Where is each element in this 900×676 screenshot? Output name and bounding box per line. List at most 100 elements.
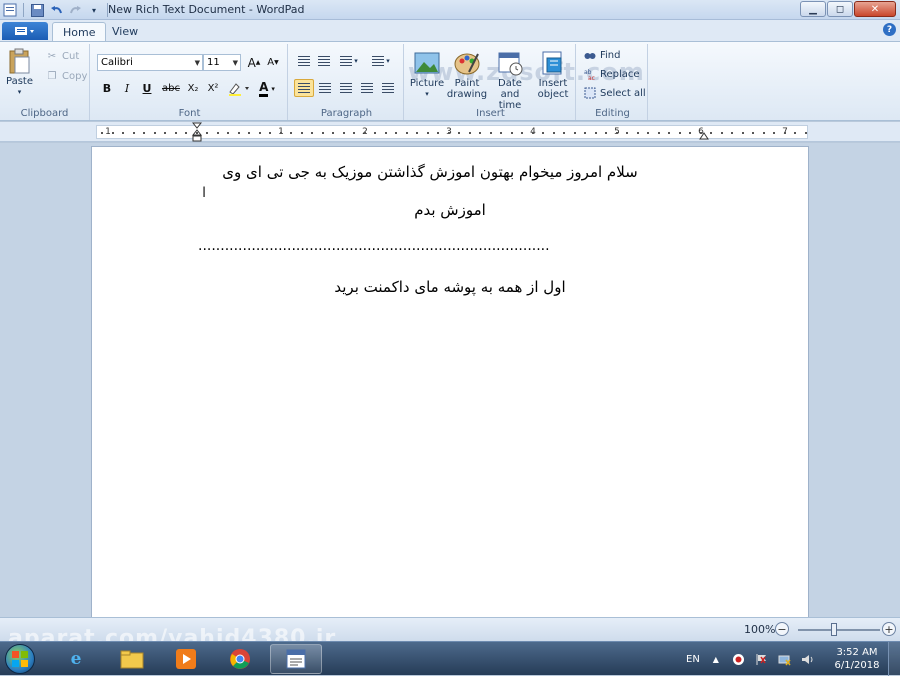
align-center-button[interactable]: [315, 79, 335, 97]
document-page[interactable]: سلام امروز میخوام بهتون اموزش گذاشتن موز…: [91, 146, 809, 617]
taskbar-ie[interactable]: e: [50, 644, 102, 674]
line-spacing-button[interactable]: ▾: [368, 52, 394, 70]
save-icon[interactable]: [29, 3, 45, 18]
ruler-tick: [363, 132, 366, 134]
insert-group: Picture ▾ Paint drawing Date and time In…: [406, 44, 576, 120]
tab-view[interactable]: View: [102, 22, 148, 41]
find-label: Find: [600, 49, 621, 61]
paragraph-icon: [382, 83, 394, 93]
align-left-icon: [298, 83, 310, 93]
find-button[interactable]: Find: [584, 49, 621, 61]
copy-button[interactable]: ❐ Copy: [46, 70, 88, 82]
justify-button[interactable]: [357, 79, 377, 97]
ruler-tick: [773, 132, 775, 134]
paste-button[interactable]: Paste ▾: [6, 48, 33, 98]
ruler-tick: [668, 132, 670, 134]
insert-object-label-2: object: [537, 89, 569, 100]
language-indicator[interactable]: EN: [686, 654, 700, 665]
select-all-button[interactable]: Select all: [584, 87, 646, 99]
font-size-select[interactable]: 11 ▼: [203, 54, 241, 71]
ruler-tick: [699, 132, 702, 134]
decrease-indent-button[interactable]: [294, 52, 314, 70]
system-tray: EN ▲: [686, 642, 815, 676]
show-hidden-icons[interactable]: ▲: [709, 652, 723, 666]
ruler-tick: [552, 132, 555, 134]
record-icon[interactable]: [732, 652, 746, 666]
align-right-button[interactable]: [336, 79, 356, 97]
ruler-tick: [101, 132, 103, 134]
ruler-tick: [206, 132, 208, 134]
wordpad-app-icon[interactable]: [2, 3, 18, 18]
picture-button[interactable]: Picture ▾: [410, 50, 444, 100]
redo-icon[interactable]: [67, 3, 83, 18]
window-controls: ▁ ◻ ✕: [800, 1, 896, 17]
bold-button[interactable]: B: [98, 80, 116, 97]
superscript-button[interactable]: X²: [204, 80, 222, 97]
ruler-tick: [584, 132, 586, 134]
ruler-tick: [437, 132, 439, 134]
ruler-tick: [216, 132, 219, 134]
minimize-button[interactable]: ▁: [800, 1, 826, 17]
taskbar-explorer[interactable]: [106, 644, 158, 674]
internet-explorer-icon: e: [70, 649, 82, 669]
document-line-2[interactable]: اموزش بدم: [92, 201, 808, 219]
taskbar-media-player[interactable]: [160, 644, 212, 674]
taskbar-wordpad[interactable]: [270, 644, 322, 674]
network-icon[interactable]: [778, 652, 792, 666]
highlight-color-button[interactable]: [226, 80, 252, 97]
volume-icon[interactable]: [801, 652, 815, 666]
taskbar-clock[interactable]: 3:52 AM 6/1/2018: [832, 646, 882, 672]
increase-indent-button[interactable]: [314, 52, 334, 70]
line-spacing-icon: [372, 56, 385, 66]
ruler: 11234567: [0, 122, 900, 142]
ruler-tick: [174, 132, 177, 134]
show-desktop-button[interactable]: [888, 642, 900, 676]
replace-button[interactable]: ab ac Replace: [584, 68, 640, 81]
cut-button[interactable]: ✂ Cut: [46, 50, 79, 62]
ruler-tick: [185, 132, 187, 134]
paste-label: Paste: [6, 76, 33, 87]
help-icon[interactable]: ?: [883, 23, 896, 36]
ruler-strip[interactable]: 11234567: [96, 122, 808, 142]
document-line-1[interactable]: سلام امروز میخوام بهتون اموزش گذاشتن موز…: [192, 163, 668, 181]
undo-icon[interactable]: [48, 3, 64, 18]
grow-font-button[interactable]: A ▲: [245, 54, 263, 71]
date-time-label-1: Date and: [498, 78, 522, 100]
zoom-slider-thumb[interactable]: [831, 623, 837, 636]
paragraph-settings-button[interactable]: [378, 79, 398, 97]
taskbar-chrome[interactable]: [214, 644, 266, 674]
application-menu-button[interactable]: [2, 22, 48, 40]
date-time-button[interactable]: Date and time: [488, 50, 532, 111]
action-center-flag-icon[interactable]: [755, 652, 769, 666]
font-family-select[interactable]: Calibri ▼: [97, 54, 203, 71]
clipboard-group-label: Clipboard: [20, 108, 69, 119]
document-area[interactable]: سلام امروز میخوام بهتون اموزش گذاشتن موز…: [0, 143, 900, 617]
zoom-slider-track[interactable]: [798, 629, 880, 631]
ruler-tick: [741, 132, 744, 134]
underline-button[interactable]: U: [138, 80, 156, 97]
zoom-out-button[interactable]: −: [775, 622, 789, 636]
strikethrough-button[interactable]: abc: [160, 80, 182, 97]
tab-home[interactable]: Home: [52, 22, 107, 41]
ruler-tick: [405, 132, 408, 134]
ruler-tick: [689, 132, 691, 134]
customize-qat-icon[interactable]: ▾: [86, 3, 102, 18]
document-separator[interactable]: ........................................…: [198, 238, 676, 254]
document-line-3[interactable]: اول از همه به پوشه مای داکمنت برید: [92, 278, 808, 296]
align-left-button[interactable]: [294, 79, 314, 97]
subscript-button[interactable]: X₂: [184, 80, 202, 97]
maximize-button[interactable]: ◻: [827, 1, 853, 17]
ruler-tick: [132, 132, 135, 134]
close-button[interactable]: ✕: [854, 1, 896, 17]
start-button[interactable]: [5, 644, 35, 674]
ruler-tick: [353, 132, 355, 134]
font-color-button[interactable]: A ▾: [254, 80, 280, 97]
picture-icon: [414, 52, 440, 74]
zoom-in-button[interactable]: +: [882, 622, 896, 636]
insert-object-button[interactable]: Insert object: [534, 50, 572, 100]
paint-drawing-button[interactable]: Paint drawing: [447, 50, 487, 100]
bullets-button[interactable]: ▾: [336, 52, 362, 70]
shrink-font-button[interactable]: A ▼: [264, 54, 282, 71]
paste-dropdown-icon[interactable]: ▾: [18, 87, 22, 98]
italic-button[interactable]: I: [118, 80, 136, 97]
